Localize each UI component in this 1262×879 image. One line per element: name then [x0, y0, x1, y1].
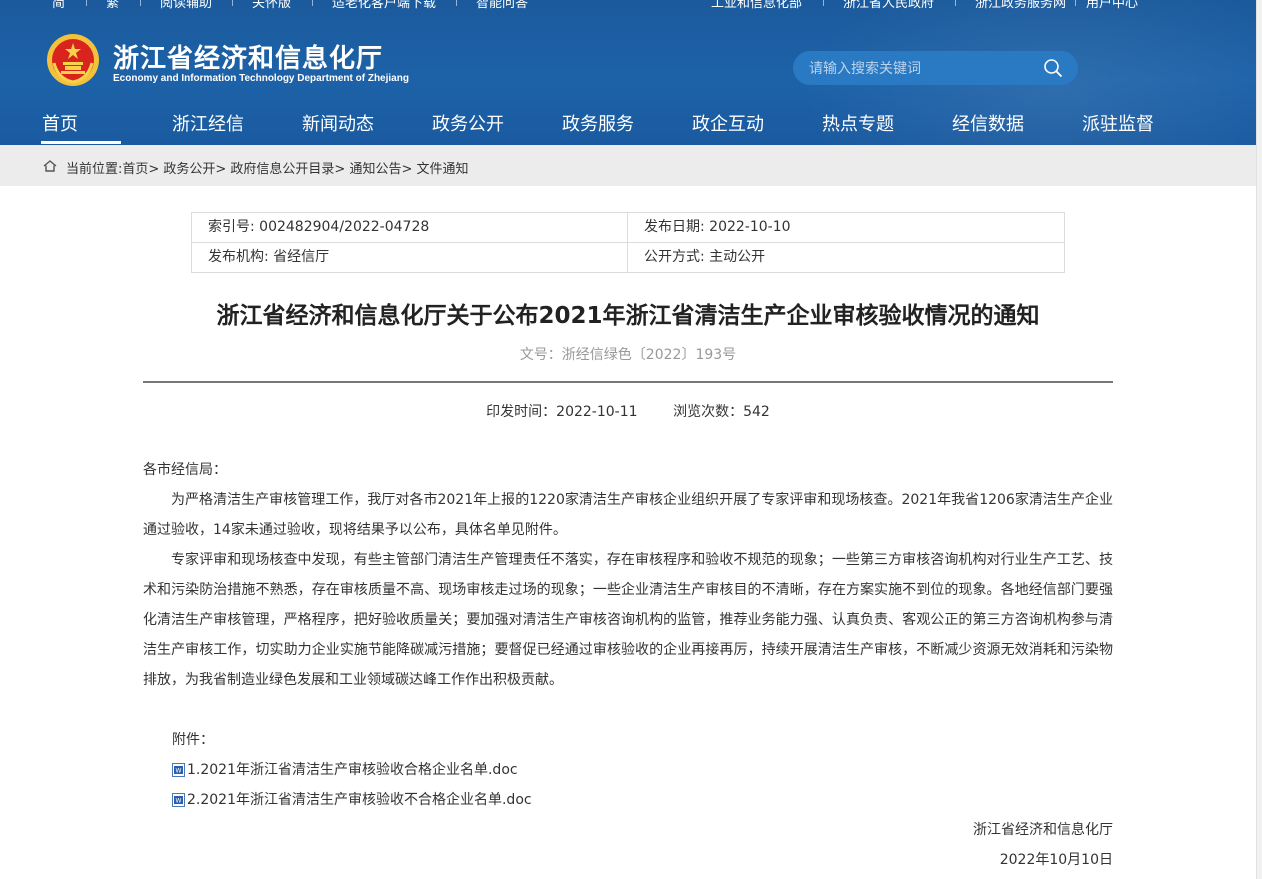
topbar-link-smart-qa[interactable]: 智能问答 — [476, 0, 528, 11]
signature-date: 2022年10月10日 — [999, 852, 1113, 868]
search-input[interactable] — [807, 58, 1031, 80]
signature-organization: 浙江省经济和信息化厅 — [973, 822, 1113, 838]
nav-item-home[interactable]: 首页 — [42, 110, 78, 136]
main-nav: 首页 浙江经信 新闻动态 政务公开 政务服务 政企互动 热点专题 经信数据 派驻… — [0, 110, 1256, 145]
word-doc-icon: W — [172, 763, 185, 777]
home-icon — [43, 160, 57, 172]
body-paragraph: 为严格清洁生产审核管理工作，我厅对各市2021年上报的1220家清洁生产审核企业… — [143, 492, 1113, 538]
topbar-separator — [140, 0, 141, 6]
topbar-separator — [823, 0, 824, 6]
table-divider — [627, 213, 628, 272]
topbar-link-gov-service[interactable]: 浙江政务服务网 — [975, 0, 1066, 11]
nav-item-zhejiang-jingxin[interactable]: 浙江经信 — [172, 110, 244, 136]
nav-item-news[interactable]: 新闻动态 — [302, 110, 374, 136]
topbar-separator — [232, 0, 233, 6]
page-scrollbar[interactable] — [1256, 0, 1262, 879]
body-paragraph: 专家评审和现场核查中发现，有些主管部门清洁生产管理责任不落实，存在审核程序和验收… — [143, 552, 1113, 688]
document-number: 文号：浙经信绿色〔2022〕193号 — [519, 347, 737, 363]
topbar-separator — [456, 0, 457, 6]
topbar-link-province-gov[interactable]: 浙江省人民政府 — [843, 0, 934, 11]
title-divider — [143, 381, 1113, 383]
topbar-link-care-version[interactable]: 关怀版 — [252, 0, 291, 11]
topbar-link-miit[interactable]: 工业和信息化部 — [711, 0, 802, 11]
nav-item-gov-affairs-open[interactable]: 政务公开 — [432, 110, 504, 136]
top-utility-bar: 简 繁 阅读辅助 关怀版 适老化客户端下载 智能问答 工业和信息化部 浙江省人民… — [0, 0, 1256, 12]
nav-item-data[interactable]: 经信数据 — [952, 110, 1024, 136]
nav-item-hot-topics[interactable]: 热点专题 — [822, 110, 894, 136]
meta-disclosure-mode: 公开方式: 主动公开 — [644, 249, 766, 265]
publish-info: 印发时间：2022-10-11 浏览次数：542 — [486, 404, 770, 420]
article-title: 浙江省经济和信息化厅关于公布2021年浙江省清洁生产企业审核验收情况的通知 — [216, 303, 1040, 329]
attachment-link[interactable]: W 1.2021年浙江省清洁生产审核验收合格企业名单.doc — [172, 755, 532, 785]
breadcrumb-bar: 当前位置:首页> 政务公开> 政府信息公开目录> 通知公告> 文件通知 — [0, 145, 1256, 186]
topbar-link-user-center[interactable]: 用户中心 — [1086, 0, 1138, 11]
topbar-separator — [1075, 0, 1076, 6]
nav-item-supervision[interactable]: 派驻监督 — [1082, 110, 1154, 136]
site-title[interactable]: 浙江省经济和信息化厅 — [113, 38, 383, 75]
nav-active-indicator — [41, 141, 121, 144]
svg-text:W: W — [176, 768, 182, 775]
topbar-separator — [86, 0, 87, 6]
salutation: 各市经信局： — [143, 462, 227, 478]
meta-publish-date: 发布日期: 2022-10-10 — [644, 219, 791, 235]
site-header: 简 繁 阅读辅助 关怀版 适老化客户端下载 智能问答 工业和信息化部 浙江省人民… — [0, 0, 1256, 145]
signature-block: 浙江省经济和信息化厅 2022年10月10日 — [800, 815, 1113, 875]
breadcrumb[interactable]: 当前位置:首页> 政务公开> 政府信息公开目录> 通知公告> 文件通知 — [66, 158, 468, 177]
meta-publisher: 发布机构: 省经信厅 — [208, 249, 330, 265]
topbar-link-elder-app[interactable]: 适老化客户端下载 — [332, 0, 436, 11]
topbar-link-simplified[interactable]: 简 — [52, 0, 65, 11]
attachment-name[interactable]: 1.2021年浙江省清洁生产审核验收合格企业名单.doc — [187, 755, 518, 785]
topbar-separator — [312, 0, 313, 6]
table-divider — [192, 242, 1064, 243]
nav-item-gov-services[interactable]: 政务服务 — [562, 110, 634, 136]
svg-text:W: W — [176, 798, 182, 805]
attachments-section: 附件： W 1.2021年浙江省清洁生产审核验收合格企业名单.doc W 2.2… — [172, 725, 532, 815]
attachment-link[interactable]: W 2.2021年浙江省清洁生产审核验收不合格企业名单.doc — [172, 785, 532, 815]
nav-item-interaction[interactable]: 政企互动 — [692, 110, 764, 136]
search-box — [793, 51, 1078, 85]
search-icon[interactable] — [1043, 58, 1063, 78]
topbar-link-reading-aid[interactable]: 阅读辅助 — [160, 0, 212, 11]
attachment-name[interactable]: 2.2021年浙江省清洁生产审核验收不合格企业名单.doc — [187, 785, 532, 815]
topbar-separator — [955, 0, 956, 6]
topbar-link-traditional[interactable]: 繁 — [106, 0, 119, 11]
meta-index-number: 索引号: 002482904/2022-04728 — [208, 219, 430, 235]
attachments-label: 附件： — [172, 732, 214, 748]
meta-info-table: 索引号: 002482904/2022-04728 发布日期: 2022-10-… — [191, 212, 1065, 273]
article-body: 各市经信局： 为严格清洁生产审核管理工作，我厅对各市2021年上报的1220家清… — [143, 455, 1113, 695]
word-doc-icon: W — [172, 793, 185, 807]
site-subtitle: Economy and Information Technology Depar… — [113, 73, 409, 84]
emblem-icon[interactable] — [46, 33, 100, 87]
